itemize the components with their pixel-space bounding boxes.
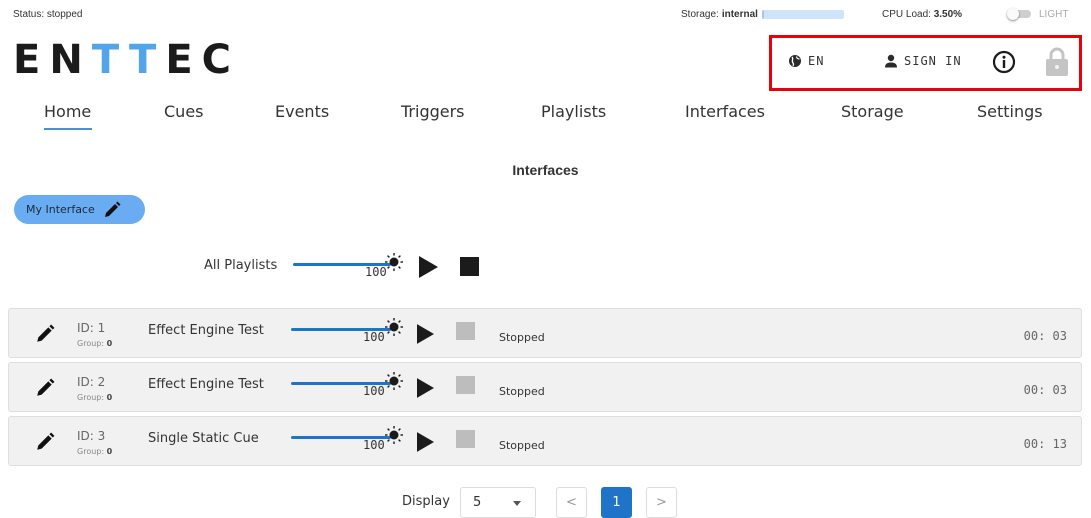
slider-value: 100 bbox=[363, 330, 385, 344]
next-page-button[interactable]: > bbox=[646, 487, 677, 518]
page-1-button[interactable]: 1 bbox=[601, 487, 632, 518]
lock-icon[interactable] bbox=[1045, 47, 1069, 77]
brightness-icon bbox=[385, 318, 403, 336]
row-time: 00: 03 bbox=[1023, 329, 1067, 343]
row-id: ID: 3 bbox=[77, 429, 106, 443]
row-status: Stopped bbox=[499, 331, 545, 344]
caret-down-icon bbox=[513, 501, 521, 506]
table-row: ID: 3 Group: 0 Single Static Cue 100 Sto… bbox=[8, 416, 1082, 466]
language-selector[interactable]: EN bbox=[788, 54, 824, 68]
play-icon[interactable] bbox=[417, 378, 434, 398]
play-icon[interactable] bbox=[417, 324, 434, 344]
storage-indicator: Storage: internal bbox=[681, 9, 844, 20]
page-size-select[interactable]: 5 bbox=[460, 487, 536, 518]
edit-icon[interactable] bbox=[35, 378, 55, 398]
row-name: Effect Engine Test bbox=[148, 323, 264, 338]
stop-all-button[interactable] bbox=[460, 257, 479, 276]
nav-active-indicator bbox=[44, 128, 92, 130]
table-row: ID: 2 Group: 0 Effect Engine Test 100 St… bbox=[8, 362, 1082, 412]
cpu-value: 3.50% bbox=[933, 9, 963, 20]
play-icon[interactable] bbox=[417, 432, 434, 452]
info-icon[interactable] bbox=[992, 50, 1016, 74]
row-status: Stopped bbox=[499, 439, 545, 452]
row-time: 00: 13 bbox=[1023, 437, 1067, 451]
brightness-icon bbox=[385, 372, 403, 390]
row-slider[interactable]: 100 bbox=[291, 372, 406, 402]
cpu-label: CPU Load: bbox=[882, 9, 931, 20]
nav-interfaces[interactable]: Interfaces bbox=[685, 102, 765, 121]
play-all-icon[interactable] bbox=[419, 256, 438, 278]
row-status: Stopped bbox=[499, 385, 545, 398]
sign-in-button[interactable]: SIGN IN bbox=[884, 54, 962, 68]
nav-settings[interactable]: Settings bbox=[977, 102, 1043, 121]
row-name: Effect Engine Test bbox=[148, 377, 264, 392]
brightness-icon bbox=[385, 253, 403, 271]
toggle-switch[interactable] bbox=[1007, 8, 1033, 20]
sign-in-label: SIGN IN bbox=[904, 54, 962, 68]
logo-part-3: EC bbox=[165, 37, 240, 83]
stop-button[interactable] bbox=[456, 322, 475, 340]
cpu-load: CPU Load: 3.50% bbox=[882, 9, 962, 20]
theme-label: LIGHT bbox=[1039, 8, 1069, 20]
slider-value: 100 bbox=[363, 438, 385, 452]
row-id: ID: 2 bbox=[77, 375, 106, 389]
storage-label: Storage: bbox=[681, 9, 719, 20]
globe-icon bbox=[789, 55, 801, 67]
row-slider[interactable]: 100 bbox=[291, 318, 406, 348]
nav-home[interactable]: Home bbox=[44, 102, 91, 121]
nav-storage[interactable]: Storage bbox=[841, 102, 904, 121]
status-text: Status: stopped bbox=[13, 9, 83, 20]
logo-part-2: TT bbox=[91, 37, 166, 83]
nav-playlists[interactable]: Playlists bbox=[541, 102, 606, 121]
row-group: Group: 0 bbox=[77, 447, 113, 456]
all-playlists-label: All Playlists bbox=[204, 258, 278, 273]
stop-button[interactable] bbox=[456, 376, 475, 394]
brightness-icon bbox=[385, 426, 403, 444]
user-icon bbox=[885, 54, 897, 68]
slider-value: 100 bbox=[363, 384, 385, 398]
main-nav: Home Cues Events Triggers Playlists Inte… bbox=[0, 100, 1091, 130]
interface-chip[interactable]: My Interface bbox=[14, 195, 145, 224]
page-title: Interfaces bbox=[512, 162, 579, 178]
display-label: Display bbox=[402, 494, 450, 509]
theme-toggle[interactable]: LIGHT bbox=[1007, 8, 1068, 20]
row-name: Single Static Cue bbox=[148, 431, 259, 446]
nav-cues[interactable]: Cues bbox=[164, 102, 204, 121]
enttec-logo: ENTTEC bbox=[13, 38, 240, 82]
edit-icon[interactable] bbox=[35, 324, 55, 344]
language-label: EN bbox=[808, 54, 825, 68]
row-group: Group: 0 bbox=[77, 393, 113, 402]
storage-value: internal bbox=[721, 9, 758, 20]
row-group: Group: 0 bbox=[77, 339, 113, 348]
edit-icon[interactable] bbox=[35, 432, 55, 452]
slider-value: 100 bbox=[365, 265, 387, 279]
row-time: 00: 03 bbox=[1023, 383, 1067, 397]
row-id: ID: 1 bbox=[77, 321, 106, 335]
logo-part-1: EN bbox=[13, 37, 92, 83]
page-size-value: 5 bbox=[473, 495, 482, 510]
storage-bar bbox=[761, 10, 844, 19]
stop-button[interactable] bbox=[456, 430, 475, 448]
row-slider[interactable]: 100 bbox=[291, 426, 406, 456]
nav-triggers[interactable]: Triggers bbox=[401, 102, 465, 121]
prev-page-button[interactable]: < bbox=[556, 487, 587, 518]
nav-events[interactable]: Events bbox=[275, 102, 329, 121]
table-row: ID: 1 Group: 0 Effect Engine Test 100 St… bbox=[8, 308, 1082, 358]
interface-chip-label: My Interface bbox=[26, 203, 95, 216]
all-playlists-slider[interactable]: 100 bbox=[293, 253, 408, 283]
pencil-icon bbox=[104, 201, 121, 217]
